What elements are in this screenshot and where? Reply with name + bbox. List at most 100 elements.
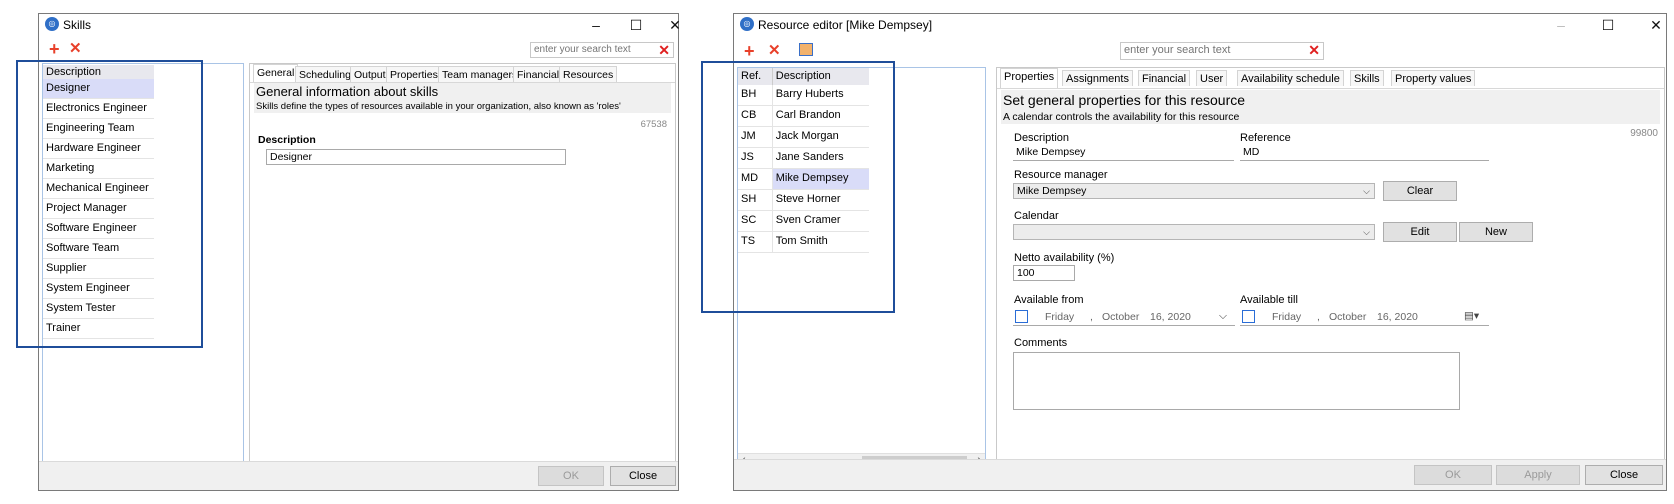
clear-search-icon[interactable]: ✕ bbox=[658, 42, 670, 59]
table-row[interactable]: SH Steve Horner bbox=[738, 190, 869, 211]
add-icon[interactable]: + bbox=[744, 42, 755, 60]
clear-manager-button[interactable]: Clear bbox=[1383, 181, 1457, 201]
tab-output[interactable]: Output bbox=[350, 66, 390, 82]
available-till-picker[interactable]: Friday , October 16, 2020 ▤▾ bbox=[1240, 309, 1489, 326]
row-description: Steve Horner bbox=[772, 190, 869, 211]
skills-list-header[interactable]: Description bbox=[43, 65, 154, 79]
maximize-button[interactable]: ☐ bbox=[1588, 14, 1628, 36]
delete-icon[interactable]: ✕ bbox=[768, 43, 781, 59]
skills-search-input[interactable]: ✕ bbox=[530, 42, 674, 58]
tab-skills[interactable]: Skills bbox=[1350, 70, 1384, 86]
tab-availability-schedule[interactable]: Availability schedule bbox=[1237, 70, 1344, 86]
app-logo-icon: ◎ bbox=[740, 17, 754, 31]
add-icon[interactable]: + bbox=[49, 40, 60, 58]
resource-toolbar: + ✕ ✕ bbox=[734, 41, 1666, 63]
tab-properties[interactable]: Properties bbox=[1000, 68, 1059, 88]
tab-scheduling[interactable]: Scheduling bbox=[295, 66, 355, 82]
netto-availability-field[interactable]: 100 bbox=[1013, 265, 1075, 281]
row-description: Barry Huberts bbox=[772, 85, 869, 106]
from-date: 16, 2020 bbox=[1150, 311, 1191, 323]
row-ref: BH bbox=[738, 85, 773, 106]
skills-titlebar: ◎ Skills – ☐ ✕ bbox=[39, 14, 681, 36]
close-window-button[interactable]: ✕ bbox=[1636, 14, 1674, 36]
edit-calendar-button[interactable]: Edit bbox=[1383, 222, 1457, 242]
table-row[interactable]: BH Barry Huberts bbox=[738, 85, 869, 106]
skills-description-label: Description bbox=[258, 134, 316, 146]
description-field[interactable]: Mike Dempsey bbox=[1013, 145, 1234, 161]
minimize-button[interactable]: – bbox=[576, 14, 616, 36]
skills-search-field[interactable] bbox=[531, 43, 651, 56]
column-header-description[interactable]: Description bbox=[772, 68, 869, 85]
tab-financial[interactable]: Financial bbox=[1138, 70, 1191, 86]
skills-toolbar: + ✕ ✕ bbox=[39, 39, 678, 61]
ok-button[interactable]: OK bbox=[538, 466, 604, 486]
comments-textarea[interactable] bbox=[1013, 352, 1460, 410]
table-row[interactable]: MD Mike Dempsey bbox=[738, 169, 869, 190]
table-row[interactable]: SC Sven Cramer bbox=[738, 211, 869, 232]
list-item[interactable]: Trainer bbox=[43, 319, 154, 339]
chevron-down-icon: ⌵ bbox=[1363, 186, 1370, 196]
description-label: Description bbox=[1014, 132, 1070, 144]
list-item[interactable]: Hardware Engineer bbox=[43, 139, 154, 159]
reference-field[interactable]: MD bbox=[1240, 145, 1489, 161]
calendar-select[interactable]: ⌵ bbox=[1013, 224, 1375, 240]
tab-assignments[interactable]: Assignments bbox=[1062, 70, 1133, 86]
maximize-button[interactable]: ☐ bbox=[616, 14, 656, 36]
close-button[interactable]: Close bbox=[1585, 465, 1663, 485]
minimize-button[interactable]: – bbox=[1541, 14, 1581, 36]
resource-search-field[interactable] bbox=[1121, 43, 1289, 57]
delete-icon[interactable]: ✕ bbox=[69, 41, 82, 57]
table-row[interactable]: JS Jane Sanders bbox=[738, 148, 869, 169]
new-calendar-button[interactable]: New bbox=[1459, 222, 1533, 242]
tab-user[interactable]: User bbox=[1196, 70, 1228, 86]
till-sep: , bbox=[1317, 311, 1320, 323]
list-item[interactable]: Electronics Engineer bbox=[43, 99, 154, 119]
resource-search-input[interactable]: ✕ bbox=[1120, 42, 1324, 60]
table-row[interactable]: CB Carl Brandon bbox=[738, 106, 869, 127]
skills-tabs: General Scheduling Output Properties Tea… bbox=[250, 64, 675, 83]
list-item[interactable]: Project Manager bbox=[43, 199, 154, 219]
tab-financial[interactable]: Financial bbox=[513, 66, 564, 82]
list-item[interactable]: Marketing bbox=[43, 159, 154, 179]
resource-info-title: Set general properties for this resource bbox=[1003, 92, 1246, 108]
tab-team-managers[interactable]: Team managers bbox=[438, 66, 522, 82]
row-description: Carl Brandon bbox=[772, 106, 869, 127]
apply-button[interactable]: Apply bbox=[1496, 465, 1580, 485]
chevron-down-icon[interactable]: ⌵ bbox=[1219, 310, 1227, 323]
list-item[interactable]: Engineering Team bbox=[43, 119, 154, 139]
close-window-button[interactable]: ✕ bbox=[655, 14, 695, 36]
table-row[interactable]: TS Tom Smith bbox=[738, 232, 869, 253]
list-item[interactable]: Software Engineer bbox=[43, 219, 154, 239]
list-item[interactable]: Supplier bbox=[43, 259, 154, 279]
resource-manager-select[interactable]: Mike Dempsey ⌵ bbox=[1013, 183, 1375, 199]
calendar-dropdown-icon[interactable]: ▤▾ bbox=[1464, 310, 1479, 322]
row-ref: JM bbox=[738, 127, 773, 148]
column-header-ref[interactable]: Ref. bbox=[738, 68, 773, 85]
skills-description-field[interactable]: Designer bbox=[266, 149, 566, 165]
clear-search-icon[interactable]: ✕ bbox=[1308, 42, 1320, 59]
available-from-checkbox[interactable] bbox=[1015, 310, 1028, 323]
available-till-checkbox[interactable] bbox=[1242, 310, 1255, 323]
row-ref: CB bbox=[738, 106, 773, 127]
list-item[interactable]: System Engineer bbox=[43, 279, 154, 299]
resource-titlebar: ◎ Resource editor [Mike Dempsey] – ☐ ✕ bbox=[734, 14, 1666, 36]
tab-general[interactable]: General bbox=[253, 64, 299, 82]
image-icon[interactable] bbox=[799, 43, 813, 56]
table-row[interactable]: JM Jack Morgan bbox=[738, 127, 869, 148]
resource-record-id: 99800 bbox=[1630, 128, 1658, 139]
resource-list-pane: Ref. Description BH Barry Huberts CB Car… bbox=[737, 67, 986, 470]
ok-button[interactable]: OK bbox=[1414, 465, 1492, 485]
list-item[interactable]: System Tester bbox=[43, 299, 154, 319]
skills-window: ◎ Skills – ☐ ✕ + ✕ ✕ Description Designe… bbox=[38, 13, 681, 491]
tab-properties[interactable]: Properties bbox=[386, 66, 442, 82]
list-item[interactable]: Mechanical Engineer bbox=[43, 179, 154, 199]
tab-property-values[interactable]: Property values bbox=[1391, 70, 1476, 86]
close-button[interactable]: Close bbox=[610, 466, 676, 486]
available-from-picker[interactable]: Friday , October 16, 2020 ⌵ bbox=[1013, 309, 1235, 326]
list-item[interactable]: Designer bbox=[43, 79, 154, 99]
row-ref: MD bbox=[738, 169, 773, 190]
row-description: Sven Cramer bbox=[772, 211, 869, 232]
list-item[interactable]: Software Team bbox=[43, 239, 154, 259]
tab-resources[interactable]: Resources bbox=[559, 66, 618, 82]
resource-tabs: Properties Assignments Financial User Av… bbox=[997, 68, 1664, 89]
